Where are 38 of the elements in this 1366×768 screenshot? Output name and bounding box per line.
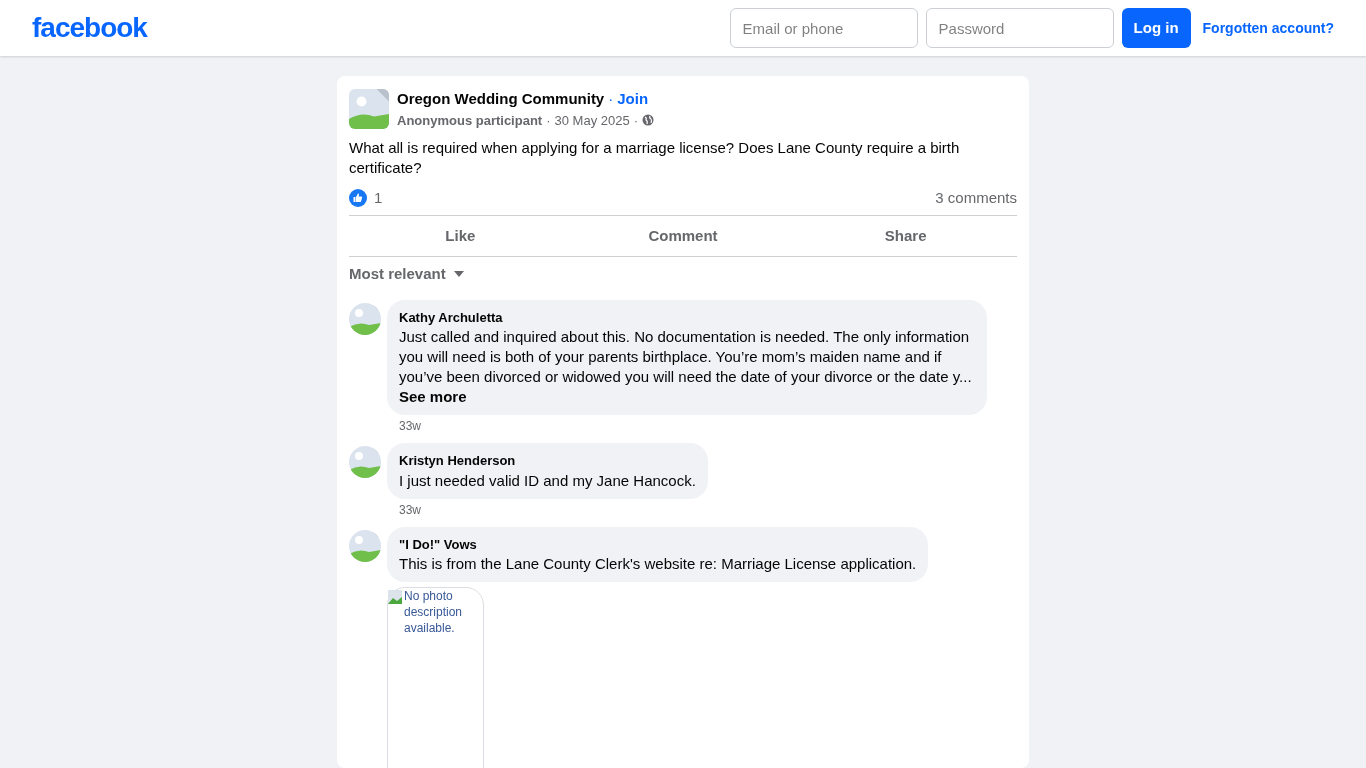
separator-dot: ·: [608, 89, 614, 109]
email-field[interactable]: Email or phone: [729, 8, 918, 48]
action-button[interactable]: Like: [349, 216, 572, 256]
comment-time[interactable]: 33w: [399, 417, 421, 435]
post-text: What all is required when applying for a marriage license? Does Lane County require a birth certificate?: [349, 138, 961, 178]
comment-text: This is from the Lane County Clerk's website re: Marriage License application.: [399, 554, 917, 574]
post-date[interactable]: 30 May 2025: [554, 110, 630, 130]
avatar-icon[interactable]: [349, 529, 381, 562]
caret-icon: [453, 271, 464, 278]
commenter-name[interactable]: Kristyn Henderson: [399, 451, 696, 471]
author-name: Anonymous participant: [397, 111, 543, 130]
like-reaction-icon[interactable]: [349, 189, 367, 207]
logo[interactable]: facebook: [32, 7, 147, 49]
separator-dot: ·: [546, 111, 551, 130]
comment-text: I just needed valid ID and my Jane Hancock.: [399, 470, 696, 491]
image-alt-text: No photo description available.: [404, 588, 464, 636]
commenter-name[interactable]: Kathy Archuletta: [399, 307, 975, 327]
login-button[interactable]: Log in: [1121, 8, 1191, 48]
avatar-icon[interactable]: [349, 446, 381, 478]
avatar-icon[interactable]: [349, 89, 389, 129]
broken-image[interactable]: No photo description available.: [387, 587, 484, 768]
password-field[interactable]: Password: [925, 8, 1114, 48]
globe-icon: [642, 114, 655, 127]
see-more-link[interactable]: See more: [399, 388, 467, 405]
separator-dot: ·: [633, 111, 639, 130]
comments-count[interactable]: 3 comments: [935, 186, 1017, 210]
broken-image-icon: [388, 590, 402, 604]
forgotten-account-link[interactable]: Forgotten account?: [1202, 17, 1334, 39]
avatar-icon[interactable]: [349, 302, 381, 335]
commenter-name[interactable]: "I Do!" Vows: [399, 534, 917, 554]
like-count[interactable]: 1: [374, 186, 383, 210]
sort-dropdown[interactable]: Most relevant: [349, 263, 464, 286]
group-name[interactable]: Oregon Wedding Community: [397, 88, 605, 111]
comment-text: Just called and inquired about this. No documentation is needed. The only information you will need is both of your parents birthplace. You’re mom’s maiden name and if you’ve been divorced or widowed you will need the date of your divorce or the date y... See more: [399, 327, 973, 407]
action-button[interactable]: Share: [794, 216, 1017, 256]
comment-time[interactable]: 33w: [399, 500, 421, 519]
join-link[interactable]: Join: [617, 88, 649, 111]
action-button[interactable]: Comment: [571, 216, 795, 256]
